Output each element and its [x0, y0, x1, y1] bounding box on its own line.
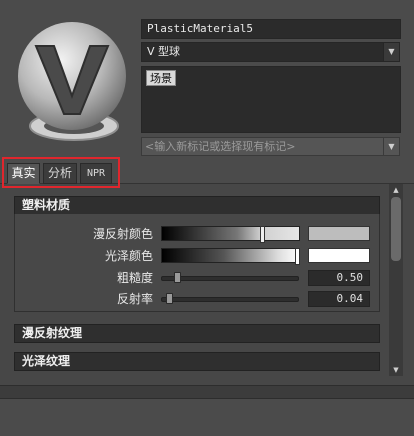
reflectivity-slider[interactable]	[161, 297, 299, 302]
scroll-up-arrow-icon[interactable]: ▲	[389, 184, 403, 196]
roughness-value-field[interactable]: 0.50	[308, 270, 370, 286]
roughness-slider-handle[interactable]	[174, 272, 181, 283]
status-area	[0, 400, 414, 436]
roughness-label: 粗糙度	[116, 271, 153, 285]
diffuse-color-swatch[interactable]	[308, 226, 370, 241]
gloss-color-swatch[interactable]	[308, 248, 370, 263]
diffuse-color-gradient[interactable]	[161, 226, 300, 243]
gloss-gradient-marker[interactable]	[295, 248, 300, 265]
bottom-bar	[0, 385, 414, 399]
diffuse-color-label: 漫反射颜色	[92, 227, 153, 241]
tag-list[interactable]	[141, 66, 401, 133]
gloss-color-gradient[interactable]	[161, 248, 300, 265]
material-name-field[interactable]: PlasticMaterial5	[141, 19, 401, 39]
scrollbar-thumb[interactable]	[391, 197, 401, 261]
diffuse-gradient-marker[interactable]	[260, 226, 265, 243]
roughness-slider[interactable]	[161, 276, 299, 281]
tag-input[interactable]: <输入新标记或选择现有标记> ▼	[141, 137, 400, 156]
preview-shape-dropdown[interactable]: V 型球 ▼	[141, 42, 400, 62]
reflectivity-label: 反射率	[116, 292, 153, 306]
tag-chip[interactable]: 场景	[146, 70, 176, 86]
section-header-plastic[interactable]: 塑料材质	[14, 196, 380, 215]
scroll-down-arrow-icon[interactable]: ▼	[389, 364, 403, 376]
chevron-down-icon[interactable]: ▼	[383, 43, 399, 61]
chevron-down-icon[interactable]: ▼	[383, 138, 399, 155]
tabs-highlight-box	[2, 157, 120, 188]
reflectivity-slider-handle[interactable]	[166, 293, 173, 304]
gloss-color-label: 光泽颜色	[104, 249, 153, 263]
section-header-gloss-texture[interactable]: 光泽纹理	[14, 352, 380, 371]
tag-input-placeholder: <输入新标记或选择现有标记>	[145, 140, 296, 153]
material-preview-sphere	[18, 22, 126, 141]
preview-shape-value: V 型球	[147, 45, 181, 58]
reflectivity-value-field[interactable]: 0.04	[308, 291, 370, 307]
section-header-diffuse-texture[interactable]: 漫反射纹理	[14, 324, 380, 343]
